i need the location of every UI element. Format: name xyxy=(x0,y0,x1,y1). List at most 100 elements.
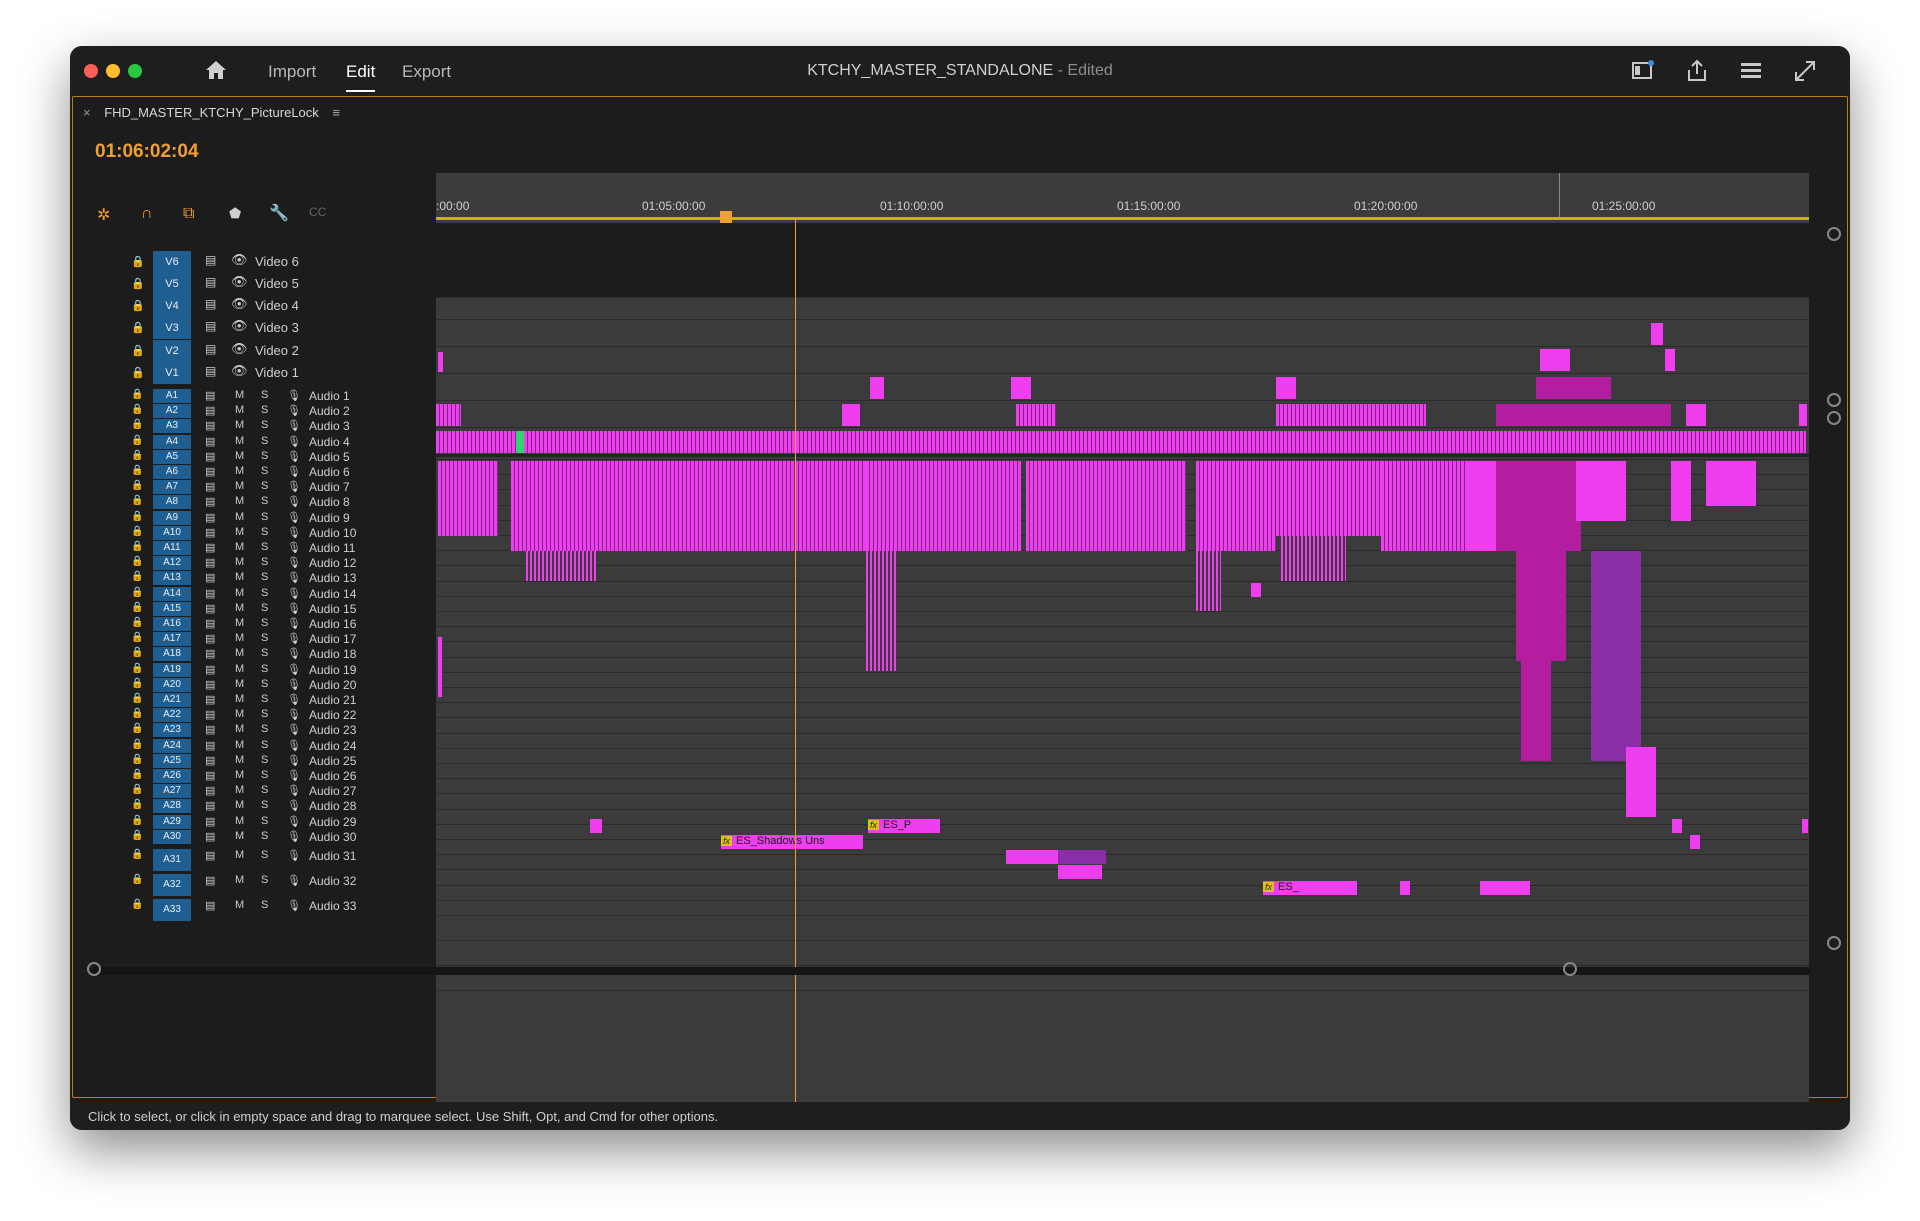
lock-icon[interactable]: 🔒 xyxy=(131,723,143,734)
add-marker-icon[interactable]: ⬟ xyxy=(229,205,247,223)
audio-clip-group[interactable] xyxy=(438,461,498,536)
mute-button[interactable]: M xyxy=(235,678,244,690)
track-target-badge[interactable]: A1 xyxy=(153,389,191,403)
solo-button[interactable]: S xyxy=(261,465,268,477)
hscroll-right-handle[interactable] xyxy=(1563,962,1577,976)
eye-icon[interactable]: 👁 xyxy=(231,296,248,312)
audio-clip[interactable] xyxy=(1480,881,1530,895)
solo-button[interactable]: S xyxy=(261,556,268,568)
microphone-icon[interactable]: 🎙 xyxy=(287,874,301,887)
audio-clip-group[interactable] xyxy=(1576,461,1626,521)
lock-icon[interactable]: 🔒 xyxy=(131,255,145,268)
playhead-timecode[interactable]: 01:06:02:04 xyxy=(95,141,199,163)
lock-icon[interactable]: 🔒 xyxy=(131,419,143,430)
sync-lock-icon[interactable]: ▤ xyxy=(205,541,215,554)
video-track-clips[interactable] xyxy=(436,431,1806,453)
mute-button[interactable]: M xyxy=(235,663,244,675)
mute-button[interactable]: M xyxy=(235,739,244,751)
microphone-icon[interactable]: 🎙 xyxy=(287,899,301,912)
video-clip[interactable] xyxy=(1496,404,1671,426)
track-target-badge[interactable]: A11 xyxy=(153,541,191,555)
audio-clip[interactable] xyxy=(1400,881,1410,895)
audio-clip[interactable] xyxy=(590,819,602,833)
mute-button[interactable]: M xyxy=(235,874,244,886)
track-target-badge[interactable]: V4 xyxy=(153,295,191,317)
track-target-badge[interactable]: A21 xyxy=(153,693,191,707)
horizontal-scrollbar[interactable] xyxy=(91,967,1811,975)
lock-icon[interactable]: 🔒 xyxy=(131,299,145,312)
lock-icon[interactable]: 🔒 xyxy=(131,465,143,476)
microphone-icon[interactable]: 🎙 xyxy=(287,556,301,569)
lock-icon[interactable]: 🔒 xyxy=(131,389,143,400)
microphone-icon[interactable]: 🎙 xyxy=(287,419,301,432)
lock-icon[interactable]: 🔒 xyxy=(131,830,143,841)
track-target-badge[interactable]: A23 xyxy=(153,723,191,738)
sync-lock-icon[interactable]: ▤ xyxy=(205,587,215,600)
audio-clip[interactable] xyxy=(1251,583,1261,597)
solo-button[interactable]: S xyxy=(261,632,268,644)
lock-icon[interactable]: 🔒 xyxy=(131,874,143,885)
linked-selection-icon[interactable]: ⧉ xyxy=(183,205,201,223)
sync-lock-icon[interactable]: ▤ xyxy=(205,480,215,493)
microphone-icon[interactable]: 🎙 xyxy=(287,739,301,752)
sync-lock-icon[interactable]: ▤ xyxy=(205,253,216,267)
solo-button[interactable]: S xyxy=(261,693,268,705)
audio-clip-es-shadows[interactable]: fx ES_Shadows Uns xyxy=(721,835,863,849)
audio-clip-group[interactable] xyxy=(866,551,896,671)
audio-clip-group[interactable] xyxy=(1281,536,1346,581)
video-clip-green[interactable] xyxy=(516,431,524,453)
video-clip[interactable] xyxy=(1276,377,1296,399)
solo-button[interactable]: S xyxy=(261,617,268,629)
microphone-icon[interactable]: 🎙 xyxy=(287,663,301,676)
video-clip[interactable] xyxy=(1540,349,1570,371)
eye-icon[interactable]: 👁 xyxy=(231,274,248,290)
solo-button[interactable]: S xyxy=(261,769,268,781)
track-target-badge[interactable]: V6 xyxy=(153,251,191,273)
track-target-badge[interactable]: A15 xyxy=(153,601,191,616)
solo-button[interactable]: S xyxy=(261,495,268,507)
playhead-handle[interactable] xyxy=(720,211,732,223)
eye-icon[interactable]: 👁 xyxy=(231,341,248,357)
sync-lock-icon[interactable]: ▤ xyxy=(205,799,215,812)
eye-icon[interactable]: 👁 xyxy=(231,252,248,268)
track-target-badge[interactable]: A8 xyxy=(153,495,191,510)
captions-icon[interactable]: CC xyxy=(309,205,327,223)
track-target-badge[interactable]: A24 xyxy=(153,738,191,753)
solo-button[interactable]: S xyxy=(261,435,268,447)
mute-button[interactable]: M xyxy=(235,815,244,827)
track-target-badge[interactable]: A25 xyxy=(153,753,191,768)
sync-lock-icon[interactable]: ▤ xyxy=(205,723,215,736)
lock-icon[interactable]: 🔒 xyxy=(131,799,143,810)
lock-icon[interactable]: 🔒 xyxy=(131,647,143,658)
mute-button[interactable]: M xyxy=(235,708,244,720)
audio-clip[interactable] xyxy=(1706,461,1756,506)
microphone-icon[interactable]: 🎙 xyxy=(287,723,301,736)
mute-button[interactable]: M xyxy=(235,754,244,766)
solo-button[interactable]: S xyxy=(261,480,268,492)
audio-clip[interactable] xyxy=(1672,819,1682,833)
video-clip[interactable] xyxy=(436,404,461,426)
lock-icon[interactable]: 🔒 xyxy=(131,754,143,765)
sync-lock-icon[interactable]: ▤ xyxy=(205,769,215,782)
audio-clip-group[interactable] xyxy=(526,551,596,581)
track-target-badge[interactable]: A10 xyxy=(153,525,191,540)
track-target-badge[interactable]: A29 xyxy=(153,814,191,829)
track-target-badge[interactable]: V3 xyxy=(153,317,191,339)
sync-lock-icon[interactable]: ▤ xyxy=(205,571,215,584)
mute-button[interactable]: M xyxy=(235,389,244,401)
sync-lock-icon[interactable]: ▤ xyxy=(205,784,215,797)
track-target-badge[interactable]: A19 xyxy=(153,662,191,677)
settings-wrench-icon[interactable]: 🔧 xyxy=(269,203,289,222)
lock-icon[interactable]: 🔒 xyxy=(131,617,143,628)
time-ruler[interactable]: :00:00 01:05:00:00 01:10:00:00 01:15:00:… xyxy=(436,173,1809,223)
microphone-icon[interactable]: 🎙 xyxy=(287,450,301,463)
audio-clip[interactable] xyxy=(1006,850,1058,864)
track-target-badge[interactable]: A2 xyxy=(153,404,191,419)
vscroll-handle[interactable] xyxy=(1827,411,1841,425)
audio-clip[interactable] xyxy=(1802,819,1808,833)
sync-lock-icon[interactable]: ▤ xyxy=(205,874,215,887)
mute-button[interactable]: M xyxy=(235,632,244,644)
sync-lock-icon[interactable]: ▤ xyxy=(205,693,215,706)
sync-lock-icon[interactable]: ▤ xyxy=(205,435,215,448)
lock-icon[interactable]: 🔒 xyxy=(131,480,143,491)
